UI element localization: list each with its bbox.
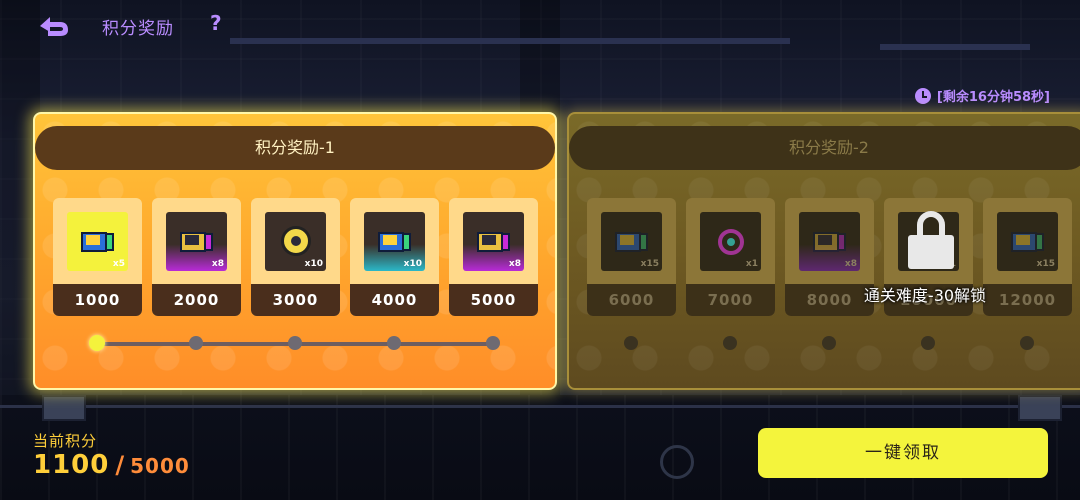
progress-dot-reached [89, 335, 105, 351]
score-total-value: 5000 [130, 454, 190, 478]
reward-card-title: 积分奖励-1 [35, 126, 555, 170]
progress-dot [387, 336, 401, 350]
reward-card-title: 积分奖励-2 [569, 126, 1080, 170]
reward-icon-frame: x10 [364, 212, 425, 271]
reward-card-2: 积分奖励-2 x15 6000 x1 7000 x8 8000 x1 [567, 112, 1080, 390]
help-button[interactable]: ? [210, 11, 222, 35]
reward-score: 5000 [449, 284, 538, 316]
reward-icon-frame: x5 [67, 212, 128, 271]
ticket-blue-icon [81, 232, 115, 252]
progress-dot [189, 336, 203, 350]
progress-dot [624, 336, 638, 350]
back-button[interactable] [36, 12, 72, 40]
ticket-gold-icon [813, 232, 847, 252]
background-floor-line [0, 405, 1080, 408]
current-score-label: 当前积分 [33, 432, 98, 450]
reward-quantity: x10 [403, 259, 422, 269]
progress-dot [1020, 336, 1034, 350]
reward-item[interactable]: x5 1000 [53, 198, 142, 316]
progress-dot [921, 336, 935, 350]
background-vent [42, 395, 86, 421]
reward-icon-frame: x1 [700, 212, 761, 271]
unlock-requirement-text: 通关难度-30解锁 [863, 286, 987, 305]
current-score: 1100 / 5000 [33, 450, 190, 480]
clock-icon [914, 87, 931, 104]
background-circle-sign [660, 445, 694, 479]
reward-icon-frame: x15 [997, 212, 1058, 271]
top-bar: 积分奖励 ? [0, 0, 1080, 52]
reward-icon-frame: x8 [166, 212, 227, 271]
progress-dot [822, 336, 836, 350]
score-separator: / [115, 451, 125, 479]
reward-quantity: x5 [112, 259, 125, 269]
ticket-blue-icon [378, 232, 412, 252]
progress-dot [288, 336, 302, 350]
reward-item: x15 6000 [587, 198, 676, 316]
ticket-gold-icon [180, 232, 214, 252]
reward-item[interactable]: x10 4000 [350, 198, 439, 316]
lock-icon [908, 211, 954, 271]
reward-icon-frame: x8 [463, 212, 524, 271]
ticket-blue-icon [615, 232, 649, 252]
reward-score: 1000 [53, 284, 142, 316]
timer-text: [剩余16分钟58秒] [936, 90, 1050, 105]
coin-icon [281, 226, 311, 256]
reward-quantity: x10 [304, 259, 323, 269]
reward-icon-frame: x8 [799, 212, 860, 271]
progress-dot [486, 336, 500, 350]
claim-all-button[interactable]: 一键领取 [758, 428, 1048, 478]
reward-score: 6000 [587, 284, 676, 316]
reward-icon-frame: x10 [265, 212, 326, 271]
reward-quantity: x8 [508, 259, 521, 269]
ticket-blue-icon [1011, 232, 1045, 252]
reward-score: 7000 [686, 284, 775, 316]
reward-card-1: 积分奖励-1 x5 1000 x8 2000 x10 3000 x10 4000… [33, 112, 557, 390]
progress-dot [723, 336, 737, 350]
back-arrow-icon [40, 17, 68, 36]
reward-item[interactable]: x8 5000 [449, 198, 538, 316]
reward-item[interactable]: x8 2000 [152, 198, 241, 316]
reward-score: 2000 [152, 284, 241, 316]
page-title: 积分奖励 [102, 19, 174, 39]
reward-item[interactable]: x10 3000 [251, 198, 340, 316]
reward-quantity: x8 [211, 259, 224, 269]
reward-score: 4000 [350, 284, 439, 316]
current-score-value: 1100 [33, 450, 110, 480]
reward-quantity: x8 [844, 259, 857, 269]
reward-quantity: x15 [640, 259, 659, 269]
ring-icon [718, 229, 744, 255]
reward-icon-frame: x15 [601, 212, 662, 271]
background-vent [1018, 395, 1062, 421]
countdown-timer: [剩余16分钟58秒] [914, 86, 1050, 105]
ticket-gold-icon [477, 232, 511, 252]
reward-score: 3000 [251, 284, 340, 316]
reward-list: x5 1000 x8 2000 x10 3000 x10 4000 x8 500… [53, 198, 538, 316]
reward-item: x1 7000 [686, 198, 775, 316]
reward-quantity: x15 [1036, 259, 1055, 269]
reward-quantity: x1 [745, 259, 758, 269]
